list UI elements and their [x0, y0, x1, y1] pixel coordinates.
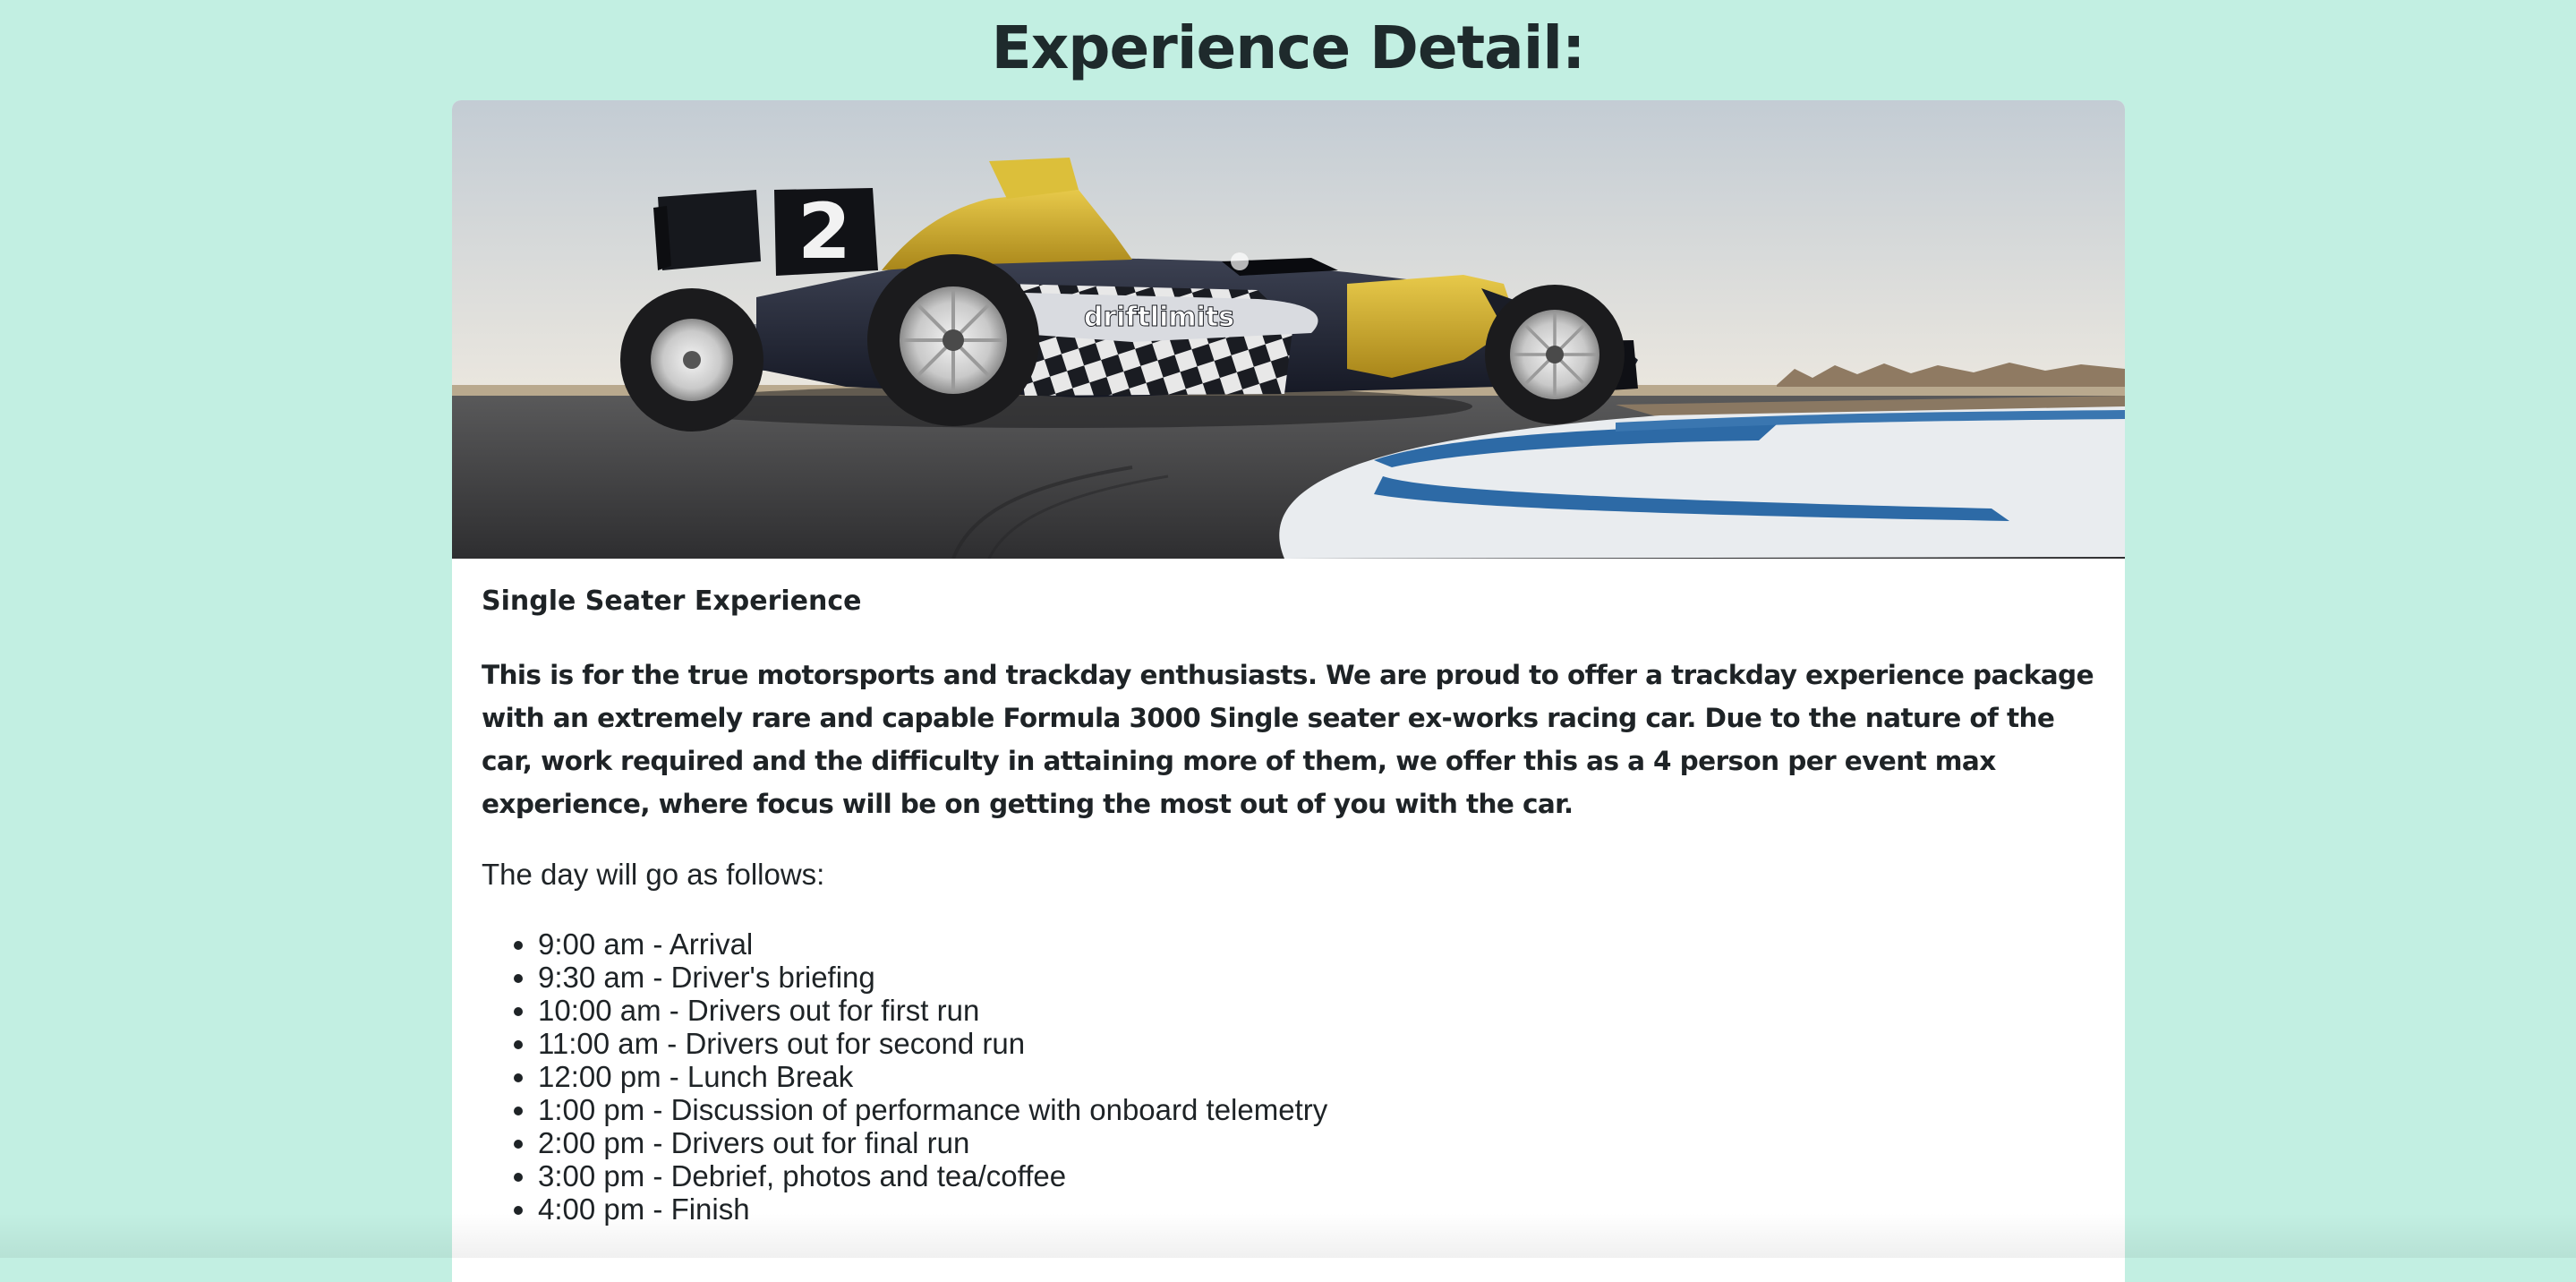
svg-text:2: 2 [798, 187, 851, 277]
page-title: Experience Detail: [991, 13, 1586, 82]
schedule-intro: The day will go as follows: [482, 858, 825, 891]
experience-title: Single Seater Experience [482, 585, 862, 617]
schedule-item: 11:00 am - Drivers out for second run [538, 1027, 2102, 1060]
schedule-item: 9:30 am - Driver's briefing [538, 961, 2102, 994]
rear-wheel-near [867, 254, 1039, 426]
schedule-item: 10:00 am - Drivers out for first run [538, 994, 2102, 1027]
experience-content: Single Seater Experience This is for the… [482, 584, 2102, 1226]
experience-description: This is for the true motorsports and tra… [482, 660, 2094, 819]
schedule-list: 9:00 am - Arrival 9:30 am - Driver's bri… [482, 927, 2102, 1226]
schedule-item: 12:00 pm - Lunch Break [538, 1060, 2102, 1093]
schedule-item: 9:00 am - Arrival [538, 927, 2102, 961]
schedule-item: 2:00 pm - Drivers out for final run [538, 1126, 2102, 1159]
front-wheel [1485, 285, 1625, 424]
schedule-item: 1:00 pm - Discussion of performance with… [538, 1093, 2102, 1126]
rear-wheel-far [620, 288, 763, 432]
schedule-item: 3:00 pm - Debrief, photos and tea/coffee [538, 1159, 2102, 1192]
svg-text:driftlimits: driftlimits [1084, 302, 1234, 333]
schedule-item: 4:00 pm - Finish [538, 1192, 2102, 1226]
hero-image: 2 driftlimits [452, 100, 2125, 559]
experience-card: 2 driftlimits Single Seater Experience T… [452, 100, 2125, 1282]
